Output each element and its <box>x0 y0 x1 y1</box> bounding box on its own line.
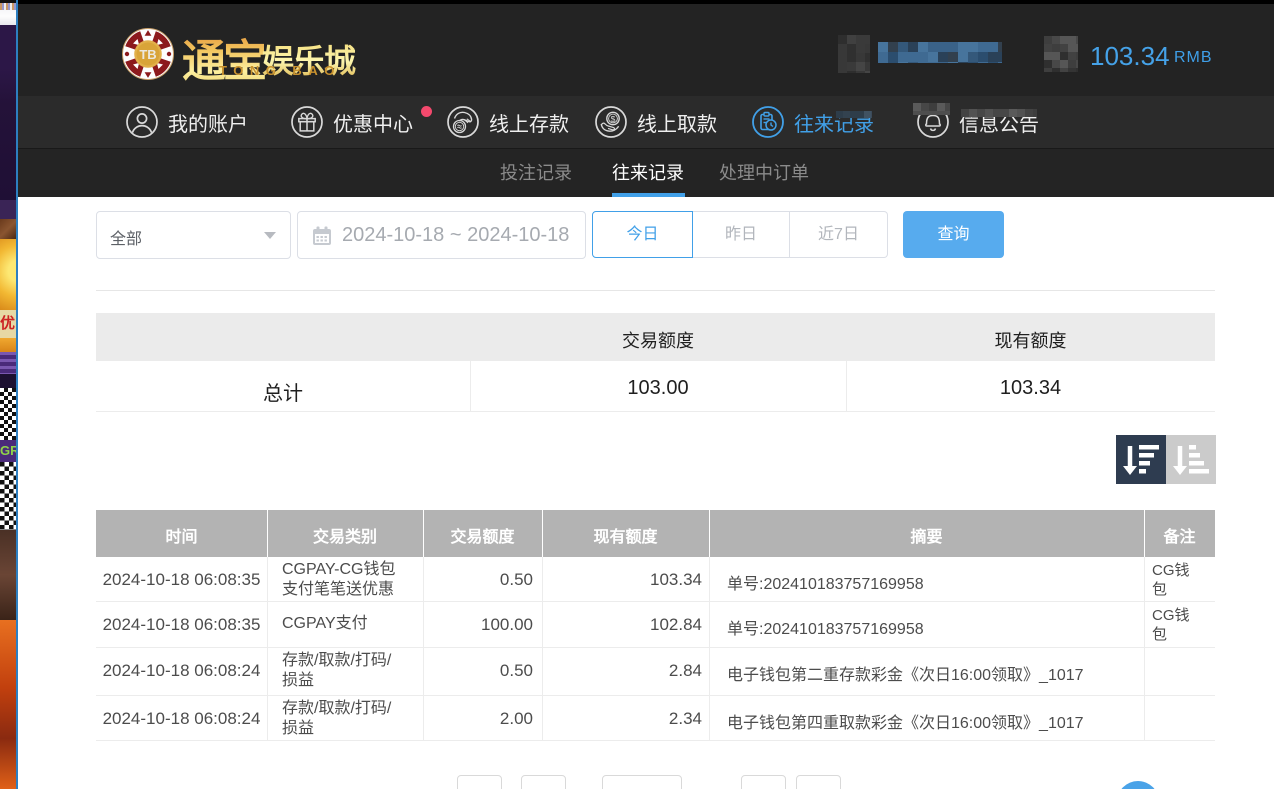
svg-text:$: $ <box>611 114 616 124</box>
svg-text:TB: TB <box>139 47 156 62</box>
